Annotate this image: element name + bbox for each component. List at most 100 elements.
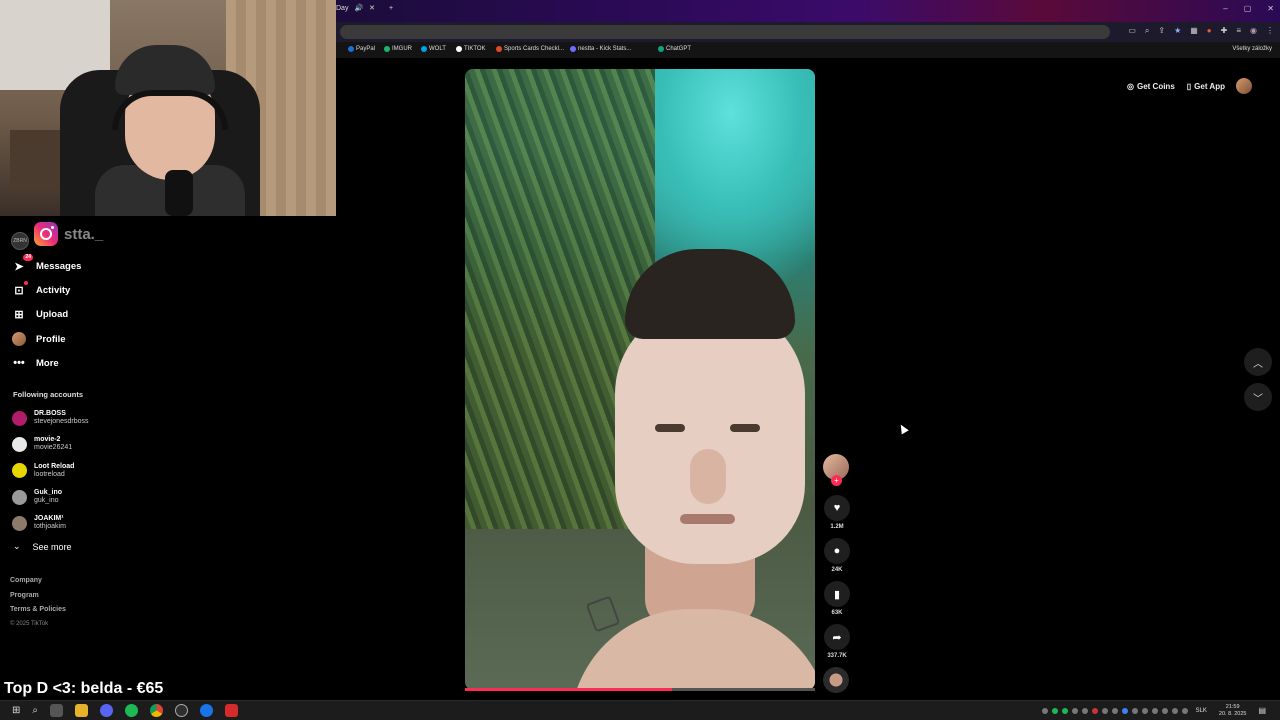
- comment-icon[interactable]: ●: [824, 538, 850, 564]
- search-icon[interactable]: ⌕: [32, 705, 38, 716]
- tray-icon[interactable]: [1091, 707, 1098, 714]
- sidebar-item-activity[interactable]: ⊡ Activity: [12, 278, 81, 302]
- sidebar-item-upload[interactable]: ⊞ Upload: [12, 303, 81, 327]
- address-field[interactable]: [340, 25, 1110, 39]
- tray-icon[interactable]: [1071, 707, 1078, 714]
- footer-link-company[interactable]: Company: [10, 577, 66, 592]
- address-bar-row: ▭ ⌕ ⇪ ★ ▦ ● ✚ ≡ ◉ ⋮: [336, 22, 1280, 42]
- app-red-icon[interactable]: [225, 704, 238, 717]
- tray-icon[interactable]: [1081, 707, 1088, 714]
- language-indicator[interactable]: SLK: [1196, 708, 1207, 714]
- bookmark-item[interactable]: TIKTOK: [456, 46, 486, 52]
- zoom-icon[interactable]: ⌕: [1145, 26, 1149, 36]
- menu-icon[interactable]: ⋮: [1266, 26, 1274, 36]
- tab-close-icon[interactable]: ✕: [369, 4, 375, 12]
- share-icon[interactable]: ⇪: [1158, 26, 1165, 36]
- phone-icon: ▯: [1186, 81, 1192, 91]
- following-account[interactable]: Guk_ino guk_ino: [12, 484, 88, 510]
- task-view-icon[interactable]: [50, 704, 63, 717]
- see-more-button[interactable]: ⌄ See more: [13, 541, 72, 552]
- footer-link-terms[interactable]: Terms & Policies: [10, 606, 66, 621]
- record-icon[interactable]: ●: [1207, 26, 1212, 36]
- profile-icon[interactable]: ◉: [1250, 26, 1257, 36]
- bookmark-favicon-icon: [496, 46, 502, 52]
- close-window-icon[interactable]: ✕: [1267, 4, 1274, 13]
- discord-icon[interactable]: [100, 704, 113, 717]
- tray-icon[interactable]: [1051, 707, 1058, 714]
- tray-icon[interactable]: [1041, 707, 1048, 714]
- share-count: 337.7K: [827, 653, 847, 659]
- minimize-icon[interactable]: –: [1223, 4, 1227, 13]
- file-explorer-icon[interactable]: [75, 704, 88, 717]
- tray-icon[interactable]: [1121, 707, 1128, 714]
- sidebar-nav: ➤ 24 Messages ⊡ Activity ⊞ Upload Profile…: [12, 254, 81, 375]
- following-account[interactable]: movie-2 movie26241: [12, 431, 88, 457]
- bookmark-item[interactable]: ChatGPT: [658, 46, 691, 52]
- all-bookmarks-button[interactable]: Všetky záložky: [1232, 46, 1272, 52]
- maximize-icon[interactable]: ▢: [1244, 4, 1252, 13]
- bookmark-item[interactable]: Sports Cards Checkl...: [496, 46, 564, 52]
- volume-icon[interactable]: [1181, 707, 1188, 714]
- sidebar-item-more[interactable]: ••• More: [12, 351, 81, 375]
- obs-icon[interactable]: [175, 704, 188, 717]
- follow-plus-icon[interactable]: +: [831, 475, 842, 486]
- get-coins-button[interactable]: ◎ Get Coins: [1124, 80, 1178, 93]
- notification-icon[interactable]: ▤: [1258, 706, 1266, 715]
- tray-icon[interactable]: [1061, 707, 1068, 714]
- downloads-icon[interactable]: ≡: [1236, 26, 1241, 36]
- chevron-up-icon[interactable]: ︿: [1244, 348, 1272, 376]
- bookmark-item[interactable]: PayPal: [348, 46, 375, 52]
- chrome-icon[interactable]: [150, 704, 163, 717]
- bookmark-favicon-icon: [570, 46, 576, 52]
- bookmark-star-icon[interactable]: ★: [1174, 26, 1181, 36]
- music-disc-icon[interactable]: [823, 667, 849, 693]
- extension-icon[interactable]: ▦: [1190, 26, 1198, 36]
- wifi-icon[interactable]: [1171, 707, 1178, 714]
- following-account[interactable]: JOAKIM¹ tothjoakim: [12, 510, 88, 536]
- video-progress-bar[interactable]: [465, 688, 815, 691]
- cast-icon[interactable]: ▭: [1128, 26, 1136, 36]
- video-player[interactable]: [465, 69, 815, 690]
- instagram-icon: [34, 222, 58, 246]
- tray-icon[interactable]: [1141, 707, 1148, 714]
- avatar: [12, 436, 27, 452]
- bookmark-item[interactable]: nestta - Kick Stats...: [570, 46, 631, 52]
- tray-icon[interactable]: [1151, 707, 1158, 714]
- heart-icon[interactable]: ♥: [824, 495, 850, 521]
- new-tab-icon[interactable]: +: [389, 5, 393, 12]
- tray-icon[interactable]: [1161, 707, 1168, 714]
- chevron-down-icon: ⌄: [13, 541, 21, 551]
- sidebar-item-messages[interactable]: ➤ 24 Messages: [12, 254, 81, 278]
- creator-avatar[interactable]: +: [823, 454, 849, 486]
- windows-start-icon[interactable]: ⊞: [12, 705, 20, 716]
- footer-link-program[interactable]: Program: [10, 592, 66, 607]
- bookmark-item[interactable]: IMGUR: [384, 46, 412, 52]
- following-account[interactable]: DR.BOSS stevejonesdrboss: [12, 405, 88, 431]
- messages-badge: 24: [23, 254, 33, 262]
- sidebar-item-label: More: [36, 357, 59, 369]
- user-avatar[interactable]: [1235, 78, 1252, 94]
- tray-icon[interactable]: [1111, 707, 1118, 714]
- chevron-down-icon[interactable]: ﹀: [1244, 383, 1272, 411]
- get-app-button[interactable]: ▯ Get App: [1184, 80, 1228, 93]
- following-account[interactable]: Loot Reload lootreload: [12, 458, 88, 484]
- bookmark-icon[interactable]: ▮: [824, 581, 850, 607]
- coin-icon: ◎: [1127, 81, 1134, 91]
- extensions-puzzle-icon[interactable]: ✚: [1221, 26, 1228, 36]
- sidebar-item-profile[interactable]: Profile: [12, 327, 81, 351]
- browser-tab[interactable]: Day 🔊 ✕ +: [336, 4, 393, 13]
- tray-icon[interactable]: [1101, 707, 1108, 714]
- account-name: Guk_ino: [34, 489, 63, 497]
- brand-name: stta._: [64, 225, 104, 243]
- tray-icon[interactable]: [1131, 707, 1138, 714]
- share-arrow-icon[interactable]: ➦: [824, 624, 850, 650]
- account-text: Loot Reload lootreload: [34, 463, 74, 479]
- clock[interactable]: 21:59 20. 8. 2025: [1219, 704, 1247, 717]
- like-action: ♥ 1.2M: [823, 495, 851, 530]
- comment-action: ● 24K: [823, 538, 851, 573]
- taskbar-apps: ⊞ ⌕: [12, 704, 238, 717]
- account-name: DR.BOSS: [34, 410, 66, 418]
- edge-icon[interactable]: [200, 704, 213, 717]
- spotify-icon[interactable]: [125, 704, 138, 717]
- bookmark-item[interactable]: WOLT: [421, 46, 446, 52]
